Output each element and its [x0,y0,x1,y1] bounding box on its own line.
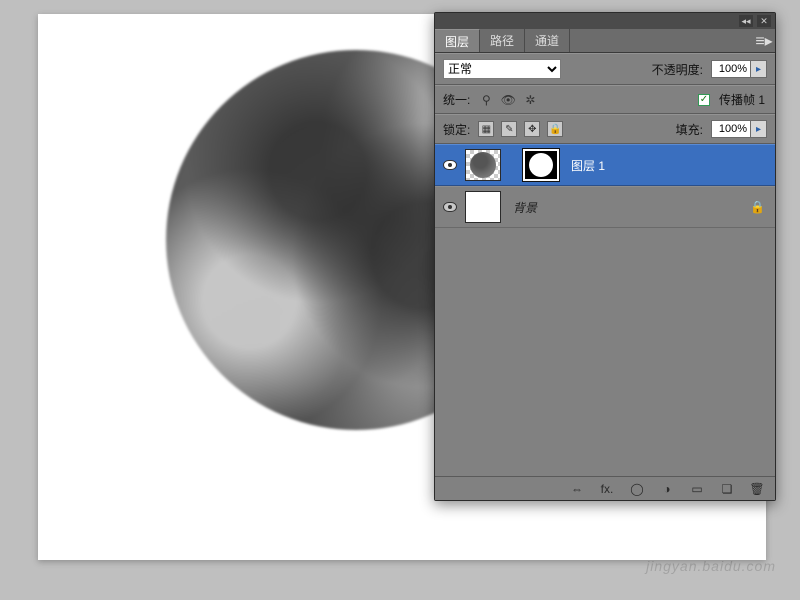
lock-transparency-icon[interactable]: ▦ [478,121,494,137]
tab-layers[interactable]: 图层 [435,29,480,52]
lock-fill-row: 锁定: ▦ ✎ ✥ 🔒 填充: ▸ [435,114,775,144]
propagate-frame-label: 传播帧 1 [719,91,765,108]
add-mask-icon[interactable]: ◯ [627,480,647,498]
fill-label: 填充: [676,121,703,138]
opacity-label: 不透明度: [652,61,703,78]
layer-row-layer1[interactable]: 图层 1 [435,144,775,186]
visibility-toggle[interactable] [441,198,459,216]
lock-all-icon[interactable]: 🔒 [547,121,563,137]
fill-input[interactable] [711,120,751,138]
link-layers-icon[interactable]: ⇔ [567,480,587,498]
visibility-toggle[interactable] [441,156,459,174]
opacity-input[interactable] [711,60,751,78]
tab-paths[interactable]: 路径 [480,29,525,52]
layer-row-background[interactable]: 背景 🔒 [435,186,775,228]
unify-position-icon[interactable]: ⚲ [478,92,494,108]
lock-label: 锁定: [443,121,470,138]
panel-tabs: 图层 路径 通道 ≡▸ [435,29,775,53]
layer-thumbnail[interactable] [465,149,501,181]
collapse-icon[interactable]: ◂◂ [739,15,753,27]
watermark: jingyan.baidu.com [646,558,776,574]
layer-mask-thumbnail[interactable] [523,149,559,181]
unify-style-icon[interactable]: ✲ [522,92,538,108]
layer-name[interactable]: 背景 [507,199,537,216]
blend-opacity-row: 正常 不透明度: ▸ [435,53,775,85]
new-layer-icon[interactable]: ❏ [717,480,737,498]
fill-flyout-icon[interactable]: ▸ [751,120,767,138]
new-group-icon[interactable]: ▭ [687,480,707,498]
panel-footer: ⇔ fx. ◯ ◑ ▭ ❏ 🗑 [435,476,775,500]
lock-position-icon[interactable]: ✥ [524,121,540,137]
moon-thumb-icon [470,152,496,178]
layers-panel: ◂◂ ✕ 图层 路径 通道 ≡▸ 正常 不透明度: ▸ 统一: ⚲ 👁 ✲ ✓ … [434,12,776,501]
mask-circle-icon [529,153,553,177]
layer-fx-icon[interactable]: fx. [597,480,617,498]
layer-name[interactable]: 图层 1 [565,157,605,174]
unify-row: 统一: ⚲ 👁 ✲ ✓ 传播帧 1 [435,85,775,114]
layer-thumbnail[interactable] [465,191,501,223]
close-icon[interactable]: ✕ [757,15,771,27]
eye-icon [443,160,457,170]
panel-menu-icon[interactable]: ≡▸ [753,29,775,52]
adjustment-layer-icon[interactable]: ◑ [657,480,677,498]
panel-titlebar: ◂◂ ✕ [435,13,775,29]
delete-layer-icon[interactable]: 🗑 [747,480,767,498]
layer-list: 图层 1 背景 🔒 [435,144,775,476]
propagate-frame-checkbox[interactable]: ✓ [698,94,710,106]
tab-channels[interactable]: 通道 [525,29,570,52]
blend-mode-select[interactable]: 正常 [443,59,561,79]
eye-icon [443,202,457,212]
unify-visibility-icon[interactable]: 👁 [500,92,516,108]
lock-indicator-icon: 🔒 [750,200,769,214]
lock-pixels-icon[interactable]: ✎ [501,121,517,137]
opacity-flyout-icon[interactable]: ▸ [751,60,767,78]
unify-label: 统一: [443,91,470,108]
